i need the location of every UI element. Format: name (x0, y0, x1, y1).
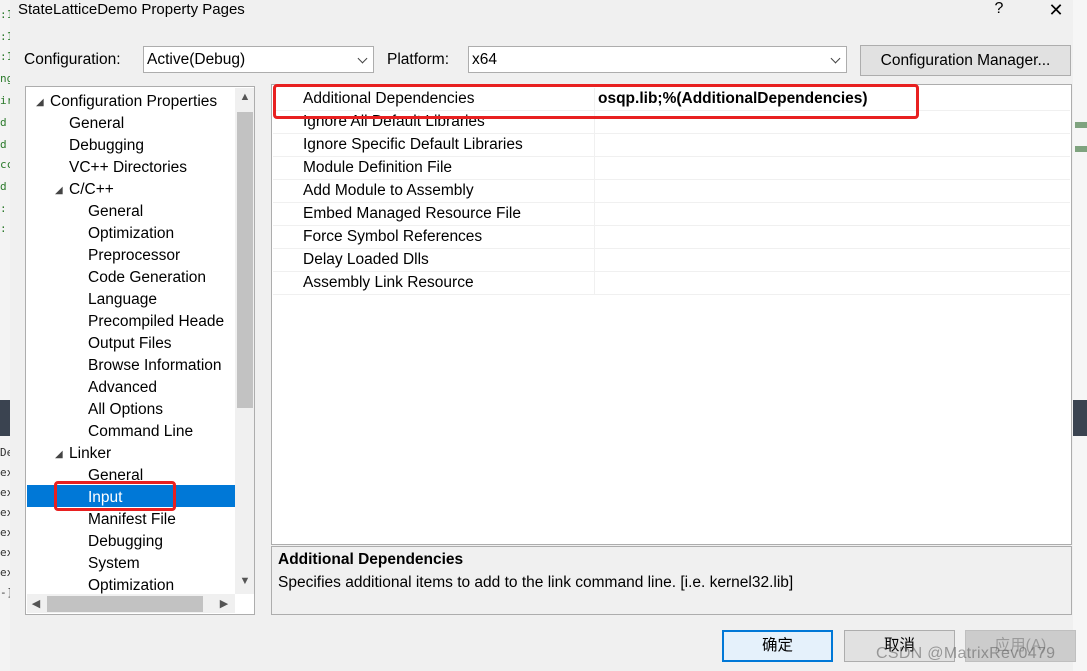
expand-toggle-icon[interactable]: ◢ (36, 98, 46, 108)
chevron-down-icon (358, 55, 368, 65)
grid-column-divider[interactable] (594, 157, 595, 179)
grid-row[interactable]: Embed Managed Resource File (273, 203, 1070, 226)
description-title: Additional Dependencies (278, 551, 464, 568)
background-editor-strip-right (1073, 0, 1087, 671)
scroll-left-icon[interactable]: ◀ (28, 596, 44, 612)
tree-item[interactable]: C/C++ (69, 179, 114, 201)
scroll-up-icon[interactable]: ▲ (237, 89, 253, 105)
tree-item[interactable]: General (69, 113, 124, 135)
platform-dropdown[interactable]: x64 (468, 46, 847, 73)
tree-item[interactable]: Manifest File (88, 509, 176, 531)
window-title: StateLatticeDemo Property Pages (18, 1, 245, 18)
grid-column-divider[interactable] (594, 226, 595, 248)
tree-item[interactable]: Advanced (88, 377, 157, 399)
property-name: Assembly Link Resource (303, 274, 474, 291)
property-tree[interactable]: ◢ Configuration Properties General Debuggin… (25, 86, 255, 615)
expand-toggle-icon[interactable]: ◢ (55, 186, 65, 196)
tree-item[interactable]: Optimization (88, 223, 174, 245)
configuration-value: Active(Debug) (147, 51, 246, 68)
description-text: Specifies additional items to add to the… (278, 574, 794, 591)
tree-vertical-scroll-thumb[interactable] (237, 112, 253, 408)
help-button[interactable]: ? (989, 0, 1009, 20)
grid-column-divider[interactable] (594, 180, 595, 202)
tree-item[interactable]: All Options (88, 399, 163, 421)
tree-item[interactable]: Preprocessor (88, 245, 180, 267)
tree-item[interactable]: Browse Information (88, 355, 222, 377)
watermark: CSDN @MatrixRev0479 (876, 645, 1056, 662)
tree-item[interactable]: Linker (69, 443, 111, 465)
property-name: Delay Loaded Dlls (303, 251, 429, 268)
tree-item[interactable]: Debugging (88, 531, 163, 553)
tree-item[interactable]: Output Files (88, 333, 172, 355)
grid-column-divider[interactable] (594, 203, 595, 225)
scroll-right-icon[interactable]: ▶ (216, 596, 232, 612)
highlight-annotation-dependencies (273, 84, 919, 119)
chevron-down-icon (831, 55, 841, 65)
property-name: Force Symbol References (303, 228, 483, 245)
property-grid[interactable]: Additional Dependencies osqp.lib;%(Additi… (271, 84, 1072, 545)
tree-item[interactable]: Debugging (69, 135, 144, 157)
platform-label: Platform: (387, 51, 450, 68)
grid-row[interactable]: Delay Loaded Dlls (273, 249, 1070, 272)
grid-row[interactable]: Add Module to Assembly (273, 180, 1070, 203)
tree-item[interactable]: Language (88, 289, 157, 311)
grid-row[interactable]: Module Definition File (273, 157, 1070, 180)
tree-item[interactable]: Configuration Properties (50, 91, 217, 113)
scroll-down-icon[interactable]: ▼ (237, 573, 253, 589)
configuration-dropdown[interactable]: Active(Debug) (143, 46, 374, 73)
property-name: Add Module to Assembly (303, 182, 474, 199)
highlight-annotation-input (54, 481, 176, 511)
tree-horizontal-scroll-thumb[interactable] (47, 596, 203, 612)
close-icon[interactable]: ✕ (1043, 0, 1069, 20)
property-name: Embed Managed Resource File (303, 205, 521, 222)
platform-value: x64 (472, 51, 497, 68)
property-name: Ignore Specific Default Libraries (303, 136, 523, 153)
configuration-label: Configuration: (24, 51, 121, 68)
tree-item[interactable]: Precompiled Heade (88, 311, 224, 333)
ok-button[interactable]: 确定 (722, 630, 833, 662)
tree-item[interactable]: VC++ Directories (69, 157, 187, 179)
grid-column-divider[interactable] (594, 134, 595, 156)
grid-row[interactable]: Assembly Link Resource (273, 272, 1070, 295)
expand-toggle-icon[interactable]: ◢ (55, 450, 65, 460)
grid-column-divider[interactable] (594, 272, 595, 294)
grid-row[interactable]: Ignore Specific Default Libraries (273, 134, 1070, 157)
description-panel: Additional Dependencies Specifies additi… (271, 546, 1072, 615)
property-name: Module Definition File (303, 159, 453, 176)
grid-row[interactable]: Force Symbol References (273, 226, 1070, 249)
background-editor-strip: :1 :1 :1 ng ir d d cc d : : De ex ex ex … (0, 0, 10, 671)
grid-column-divider[interactable] (594, 249, 595, 271)
tree-item[interactable]: System (88, 553, 140, 575)
tree-item[interactable]: General (88, 201, 143, 223)
tree-item[interactable]: Command Line (88, 421, 193, 443)
tree-item[interactable]: Code Generation (88, 267, 206, 289)
configuration-manager-button[interactable]: Configuration Manager... (860, 45, 1071, 76)
